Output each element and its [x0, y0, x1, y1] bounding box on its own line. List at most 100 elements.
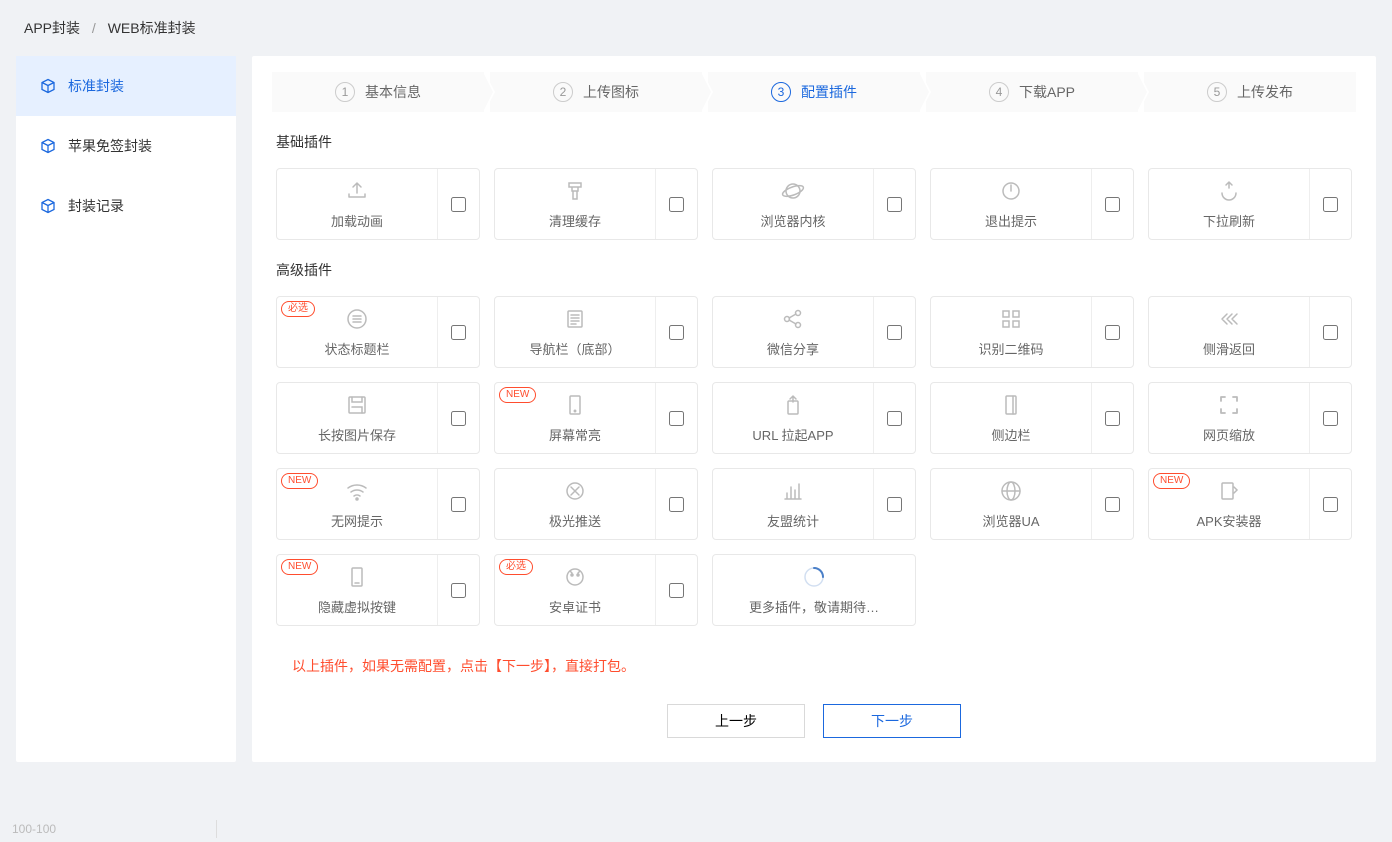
plugin-card[interactable]: 必选安卓证书	[494, 554, 698, 626]
plugin-label: 浏览器UA	[982, 511, 1039, 530]
plugin-label: 安卓证书	[549, 597, 601, 616]
plugin-checkbox[interactable]	[451, 497, 466, 512]
wifi-icon	[345, 479, 369, 503]
plugin-badge: 必选	[499, 559, 533, 575]
upload-icon	[345, 179, 369, 203]
plugin-card[interactable]: 下拉刷新	[1148, 168, 1352, 240]
step-download-app[interactable]: 4下载APP	[926, 72, 1138, 112]
plugin-card[interactable]: URL 拉起APP	[712, 382, 916, 454]
plugin-card[interactable]: 微信分享	[712, 296, 916, 368]
qr-icon	[999, 307, 1023, 331]
plugin-card[interactable]: 导航栏（底部）	[494, 296, 698, 368]
step-upload-icon[interactable]: 2上传图标	[490, 72, 702, 112]
plugin-card[interactable]: 必选状态标题栏	[276, 296, 480, 368]
footer: 100-100	[0, 816, 229, 842]
plugin-card[interactable]: 加载动画	[276, 168, 480, 240]
plugin-card[interactable]: 更多插件，敬请期待…	[712, 554, 916, 626]
power-icon	[999, 179, 1023, 203]
plugin-card[interactable]: 极光推送	[494, 468, 698, 540]
plugin-badge: NEW	[281, 473, 318, 489]
plugin-label: 侧边栏	[991, 425, 1030, 444]
stats-icon	[781, 479, 805, 503]
plugin-label: 状态标题栏	[324, 339, 389, 358]
sidebar-item-label: 封装记录	[68, 196, 124, 216]
plugin-checkbox[interactable]	[887, 497, 902, 512]
breadcrumb: APP封装 / WEB标准封装	[0, 0, 1392, 56]
main-panel: 1基本信息 2上传图标 3配置插件 4下载APP 5上传发布 基础插件 加载动画…	[252, 56, 1376, 762]
plugin-checkbox[interactable]	[1323, 325, 1338, 340]
plugin-checkbox[interactable]	[1323, 197, 1338, 212]
plugin-checkbox[interactable]	[887, 411, 902, 426]
plugin-checkbox[interactable]	[1105, 497, 1120, 512]
plugin-card[interactable]: 清理缓存	[494, 168, 698, 240]
sidebar-item-records[interactable]: 封装记录	[16, 176, 236, 236]
plugin-checkbox[interactable]	[669, 583, 684, 598]
apk-icon	[1217, 479, 1241, 503]
plugin-checkbox[interactable]	[887, 325, 902, 340]
plugin-checkbox[interactable]	[1105, 325, 1120, 340]
breadcrumb-item: WEB标准封装	[108, 20, 196, 36]
box-icon	[40, 78, 56, 94]
plugin-label: 网页缩放	[1203, 425, 1255, 444]
plugin-label: 长按图片保存	[318, 425, 396, 444]
plugin-badge: 必选	[281, 301, 315, 317]
step-basic-info[interactable]: 1基本信息	[272, 72, 484, 112]
plugin-checkbox[interactable]	[669, 197, 684, 212]
plugin-checkbox[interactable]	[1105, 411, 1120, 426]
plugin-card[interactable]: NEW 隐藏虚拟按键	[276, 554, 480, 626]
plugin-card[interactable]: 网页缩放	[1148, 382, 1352, 454]
plugin-badge: NEW	[499, 387, 536, 403]
plugin-card[interactable]: NEWAPK安装器	[1148, 468, 1352, 540]
plugin-checkbox[interactable]	[887, 197, 902, 212]
globe-icon	[999, 479, 1023, 503]
prev-button[interactable]: 上一步	[667, 704, 805, 738]
breadcrumb-item[interactable]: APP封装	[24, 20, 80, 36]
plugin-label: URL 拉起APP	[752, 425, 833, 444]
plugin-label: 下拉刷新	[1203, 211, 1255, 230]
plugin-label: 无网提示	[331, 511, 383, 530]
plugin-card[interactable]: 侧边栏	[930, 382, 1134, 454]
plugin-label: 隐藏虚拟按键	[318, 597, 396, 616]
planet-icon	[781, 179, 805, 203]
plugin-checkbox[interactable]	[1323, 497, 1338, 512]
plugin-checkbox[interactable]	[669, 411, 684, 426]
step-config-plugin[interactable]: 3配置插件	[708, 72, 920, 112]
sidebar-item-apple[interactable]: 苹果免签封装	[16, 116, 236, 176]
swipe-icon	[1217, 307, 1241, 331]
launch-icon	[781, 393, 805, 417]
plugin-card[interactable]: 识别二维码	[930, 296, 1134, 368]
plugin-checkbox[interactable]	[451, 411, 466, 426]
plugin-label: 侧滑返回	[1203, 339, 1255, 358]
plugin-checkbox[interactable]	[451, 325, 466, 340]
plugin-checkbox[interactable]	[451, 197, 466, 212]
next-button[interactable]: 下一步	[823, 704, 961, 738]
box-icon	[40, 198, 56, 214]
sidebar-item-label: 苹果免签封装	[68, 136, 152, 156]
sidebar-item-standard[interactable]: 标准封装	[16, 56, 236, 116]
plugin-label: 更多插件，敬请期待…	[749, 597, 879, 616]
screen-icon	[563, 393, 587, 417]
actions: 上一步 下一步	[252, 684, 1376, 738]
plugin-card[interactable]: 退出提示	[930, 168, 1134, 240]
plugin-label: 极光推送	[549, 511, 601, 530]
phone-icon	[345, 565, 369, 589]
plugin-checkbox[interactable]	[451, 583, 466, 598]
plugin-checkbox[interactable]	[1105, 197, 1120, 212]
plugin-card[interactable]: 浏览器内核	[712, 168, 916, 240]
plugin-label: 退出提示	[985, 211, 1037, 230]
android-icon	[563, 565, 587, 589]
sidebar-item-label: 标准封装	[68, 76, 124, 96]
plugin-checkbox[interactable]	[669, 325, 684, 340]
plugin-card[interactable]: NEW屏幕常亮	[494, 382, 698, 454]
plugin-card[interactable]: 友盟统计	[712, 468, 916, 540]
plugin-card[interactable]: NEW 无网提示	[276, 468, 480, 540]
plugin-card[interactable]: 长按图片保存	[276, 382, 480, 454]
step-upload-publish[interactable]: 5上传发布	[1144, 72, 1356, 112]
plugin-badge: NEW	[281, 559, 318, 575]
plugin-card[interactable]: 侧滑返回	[1148, 296, 1352, 368]
plugin-card[interactable]: 浏览器UA	[930, 468, 1134, 540]
plugin-checkbox[interactable]	[1323, 411, 1338, 426]
plugin-badge: NEW	[1153, 473, 1190, 489]
plugin-label: 友盟统计	[767, 511, 819, 530]
plugin-checkbox[interactable]	[669, 497, 684, 512]
